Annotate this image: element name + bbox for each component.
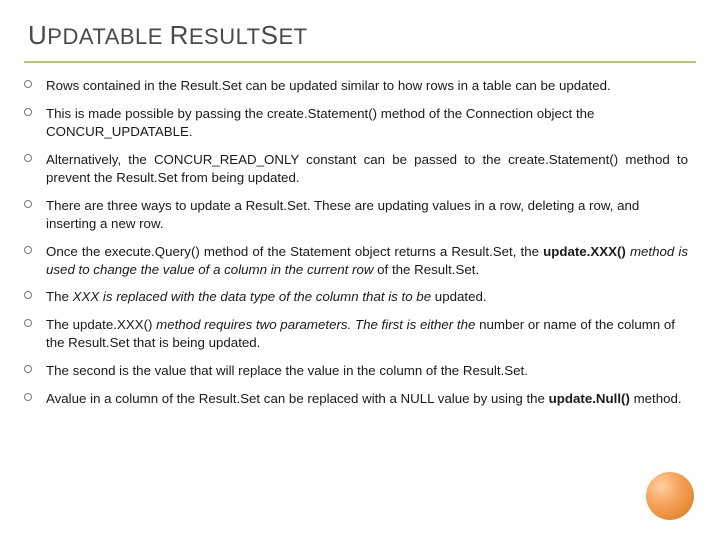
bullet-text-a: The <box>46 289 73 304</box>
bullet-text-a: Avalue in a column of the Result.Set can… <box>46 391 549 406</box>
title-word-3: ET <box>278 24 307 49</box>
list-item: The XXX is replaced with the data type o… <box>24 288 688 306</box>
bullet-list: Rows contained in the Result.Set can be … <box>24 77 696 408</box>
list-item: Rows contained in the Result.Set can be … <box>24 77 688 95</box>
title-letter-3: S <box>261 20 279 50</box>
bullet-text-italic: XXX is replaced with the data type of th… <box>73 289 435 304</box>
title-letter-1: U <box>28 20 47 50</box>
list-item: Avalue in a column of the Result.Set can… <box>24 390 688 408</box>
bullet-text: This is made possible by passing the cre… <box>46 106 594 139</box>
bullet-text-a: The update.XXX() <box>46 317 156 332</box>
bullet-text: There are three ways to update a Result.… <box>46 198 639 231</box>
bullet-text-c: updated. <box>435 289 487 304</box>
bullet-text-c: method. <box>630 391 682 406</box>
list-item: Alternatively, the CONCUR_READ_ONLY cons… <box>24 151 688 187</box>
decorative-sphere-icon <box>646 472 694 520</box>
bullet-text-a: Once the execute.Query() method of the S… <box>46 244 543 259</box>
list-item: This is made possible by passing the cre… <box>24 105 688 141</box>
slide-title: UPDATABLE RESULTSET <box>24 18 696 63</box>
bullet-text-bold: update.Null() <box>549 391 630 406</box>
title-word-2: ESULT <box>189 24 261 49</box>
bullet-text: Rows contained in the Result.Set can be … <box>46 78 611 93</box>
bullet-text: The second is the value that will replac… <box>46 363 528 378</box>
list-item: There are three ways to update a Result.… <box>24 197 688 233</box>
bullet-text-bold: update.XXX() <box>543 244 626 259</box>
slide: UPDATABLE RESULTSET Rows contained in th… <box>0 0 720 540</box>
list-item: The update.XXX() method requires two par… <box>24 316 688 352</box>
bullet-text: Alternatively, the CONCUR_READ_ONLY cons… <box>46 152 688 185</box>
title-word-1: PDATABLE <box>47 24 169 49</box>
bullet-text-italic: method requires two parameters. The firs… <box>156 317 479 332</box>
list-item: Once the execute.Query() method of the S… <box>24 243 688 279</box>
bullet-text-d: of the Result.Set. <box>377 262 479 277</box>
title-letter-2: R <box>170 20 189 50</box>
list-item: The second is the value that will replac… <box>24 362 688 380</box>
